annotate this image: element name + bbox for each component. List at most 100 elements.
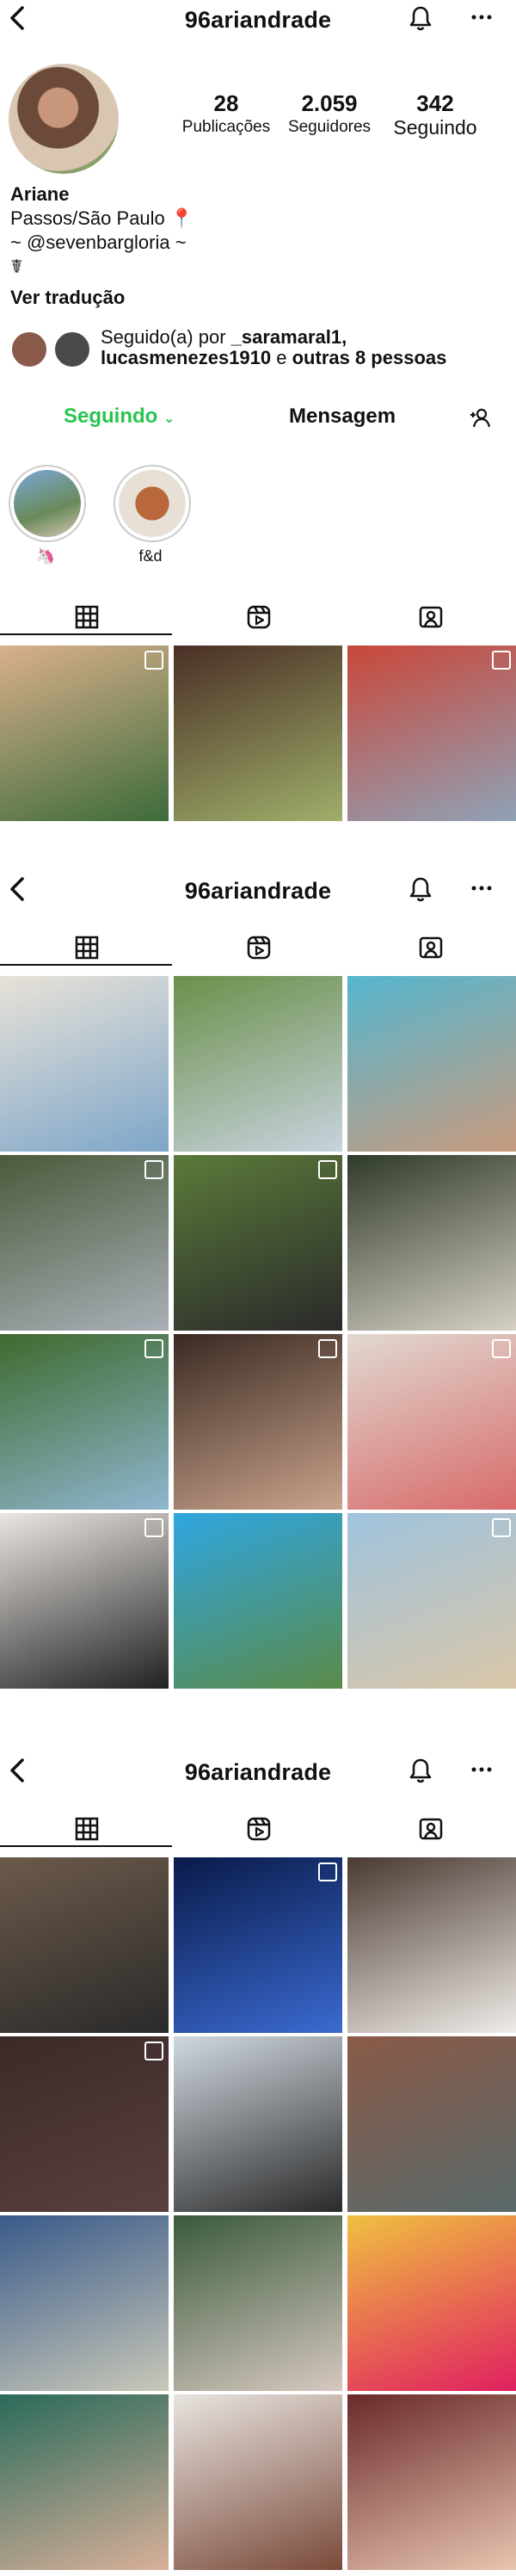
posts-grid-2	[0, 976, 516, 1690]
post-thumbnail[interactable]	[347, 1857, 516, 2033]
tab-grid[interactable]	[0, 601, 172, 635]
tab-grid[interactable]	[0, 931, 172, 966]
followers-count-value: 2.059	[301, 90, 358, 116]
highlight-1-cover	[14, 470, 81, 537]
post-thumbnail[interactable]	[347, 2394, 516, 2570]
multi-photo-icon	[144, 651, 163, 670]
multi-photo-icon	[144, 1518, 163, 1537]
header-bar-3: 96ariandrade	[0, 1752, 516, 1790]
followed-by-line2[interactable]: lucasmenezes1910	[101, 347, 271, 368]
followed-by-others[interactable]: outras 8 pessoas	[292, 347, 447, 368]
posts-count[interactable]: 28 Publicações	[179, 91, 273, 138]
profile-actions: Seguindo ⌄ Mensagem	[0, 394, 516, 442]
followed-by-and: e	[271, 347, 292, 368]
followed-by-text: Seguido(a) por _saramaral1, lucasmenezes1…	[101, 327, 446, 368]
post-thumbnail[interactable]	[347, 1513, 516, 1689]
highlight-1[interactable]	[9, 465, 86, 542]
followed-by[interactable]: Seguido(a) por _saramaral1, lucasmenezes1…	[10, 327, 516, 368]
profile-username-3: 96ariandrade	[184, 1759, 332, 1785]
profile-name: Ariane	[10, 182, 69, 207]
multi-photo-icon	[318, 1863, 337, 1881]
post-thumbnail[interactable]	[347, 2036, 516, 2212]
post-thumbnail[interactable]	[347, 1334, 516, 1510]
post-thumbnail[interactable]	[0, 1513, 169, 1689]
followers-count-label: Seguidores	[287, 118, 372, 136]
post-thumbnail[interactable]	[0, 2036, 169, 2212]
multi-photo-icon	[318, 1339, 337, 1358]
add-user-icon[interactable]	[469, 406, 491, 429]
following-count-label: Seguindo	[393, 116, 477, 139]
post-thumbnail[interactable]	[0, 1857, 169, 2033]
profile-username-2: 96ariandrade	[184, 878, 332, 904]
profile-name-text: Ariane	[10, 183, 70, 205]
profile-tabs-3	[0, 1813, 516, 1847]
multi-photo-icon	[144, 2042, 163, 2060]
profile-location: Passos/São Paulo 📍	[10, 207, 194, 229]
tab-tagged[interactable]	[344, 1813, 516, 1845]
tagged-icon	[419, 606, 443, 628]
avatar[interactable]	[9, 64, 119, 174]
profile-username: 96ariandrade	[184, 7, 332, 33]
post-thumbnail[interactable]	[174, 2394, 342, 2570]
post-thumbnail[interactable]	[174, 1857, 342, 2033]
chevron-down-icon: ⌄	[163, 411, 175, 426]
multi-photo-icon	[144, 1160, 163, 1179]
multi-photo-icon	[144, 1339, 163, 1358]
post-thumbnail[interactable]	[0, 2215, 169, 2391]
grid-icon	[75, 1817, 99, 1841]
post-thumbnail[interactable]	[0, 1155, 169, 1331]
header-bar: 96ariandrade	[0, 0, 516, 38]
following-count-value: 342	[416, 90, 454, 116]
post-thumbnail[interactable]	[174, 1334, 342, 1510]
following-count[interactable]: 342 Seguindo	[385, 91, 485, 138]
post-thumbnail[interactable]	[0, 646, 169, 821]
posts-grid-1	[0, 646, 516, 821]
following-button-label: Seguindo	[64, 405, 158, 428]
highlight-1-label: 🦄	[35, 547, 56, 565]
post-thumbnail[interactable]	[347, 1155, 516, 1331]
bell-icon[interactable]	[406, 3, 435, 33]
post-thumbnail[interactable]	[347, 976, 516, 1152]
grid-icon	[75, 936, 99, 960]
post-thumbnail[interactable]	[347, 2215, 516, 2391]
more-icon[interactable]	[470, 5, 494, 29]
post-thumbnail[interactable]	[174, 976, 342, 1152]
post-thumbnail[interactable]	[0, 2394, 169, 2570]
post-thumbnail[interactable]	[0, 976, 169, 1152]
bell-icon[interactable]	[406, 1756, 435, 1785]
followed-by-names[interactable]: _saramaral1,	[231, 326, 347, 348]
posts-count-label: Publicações	[181, 118, 271, 136]
more-icon[interactable]	[470, 876, 494, 900]
tab-reels[interactable]	[172, 601, 344, 633]
profile-tabs-2	[0, 931, 516, 966]
post-thumbnail[interactable]	[174, 1155, 342, 1331]
tab-reels[interactable]	[172, 931, 344, 964]
more-icon[interactable]	[470, 1757, 494, 1782]
grid-icon	[75, 605, 99, 629]
bell-icon[interactable]	[406, 874, 435, 904]
tab-grid[interactable]	[0, 1813, 172, 1847]
post-thumbnail[interactable]	[174, 2036, 342, 2212]
tagged-icon	[419, 1818, 443, 1840]
tab-tagged[interactable]	[344, 601, 516, 633]
post-thumbnail[interactable]	[174, 2215, 342, 2391]
tab-tagged[interactable]	[344, 931, 516, 964]
see-translation-link[interactable]: Ver tradução	[10, 286, 125, 310]
multi-photo-icon	[492, 651, 511, 670]
post-thumbnail[interactable]	[174, 1513, 342, 1689]
post-thumbnail[interactable]	[347, 646, 516, 821]
header-bar-2: 96ariandrade	[0, 871, 516, 909]
reels-icon	[247, 1817, 271, 1841]
post-thumbnail[interactable]	[0, 1334, 169, 1510]
message-button[interactable]: Mensagem	[289, 405, 396, 429]
followed-by-prefix: Seguido(a) por	[101, 326, 231, 348]
followers-count[interactable]: 2.059 Seguidores	[282, 91, 377, 138]
profile-handle-line[interactable]: ~ @sevenbargloria ~	[10, 231, 187, 255]
highlight-2[interactable]	[114, 465, 191, 542]
follower-avatar-2	[53, 330, 91, 368]
following-button[interactable]: Seguindo ⌄	[64, 405, 175, 429]
profile-tabs	[0, 601, 516, 635]
tab-reels[interactable]	[172, 1813, 344, 1845]
tagged-icon	[419, 936, 443, 959]
post-thumbnail[interactable]	[174, 646, 342, 821]
